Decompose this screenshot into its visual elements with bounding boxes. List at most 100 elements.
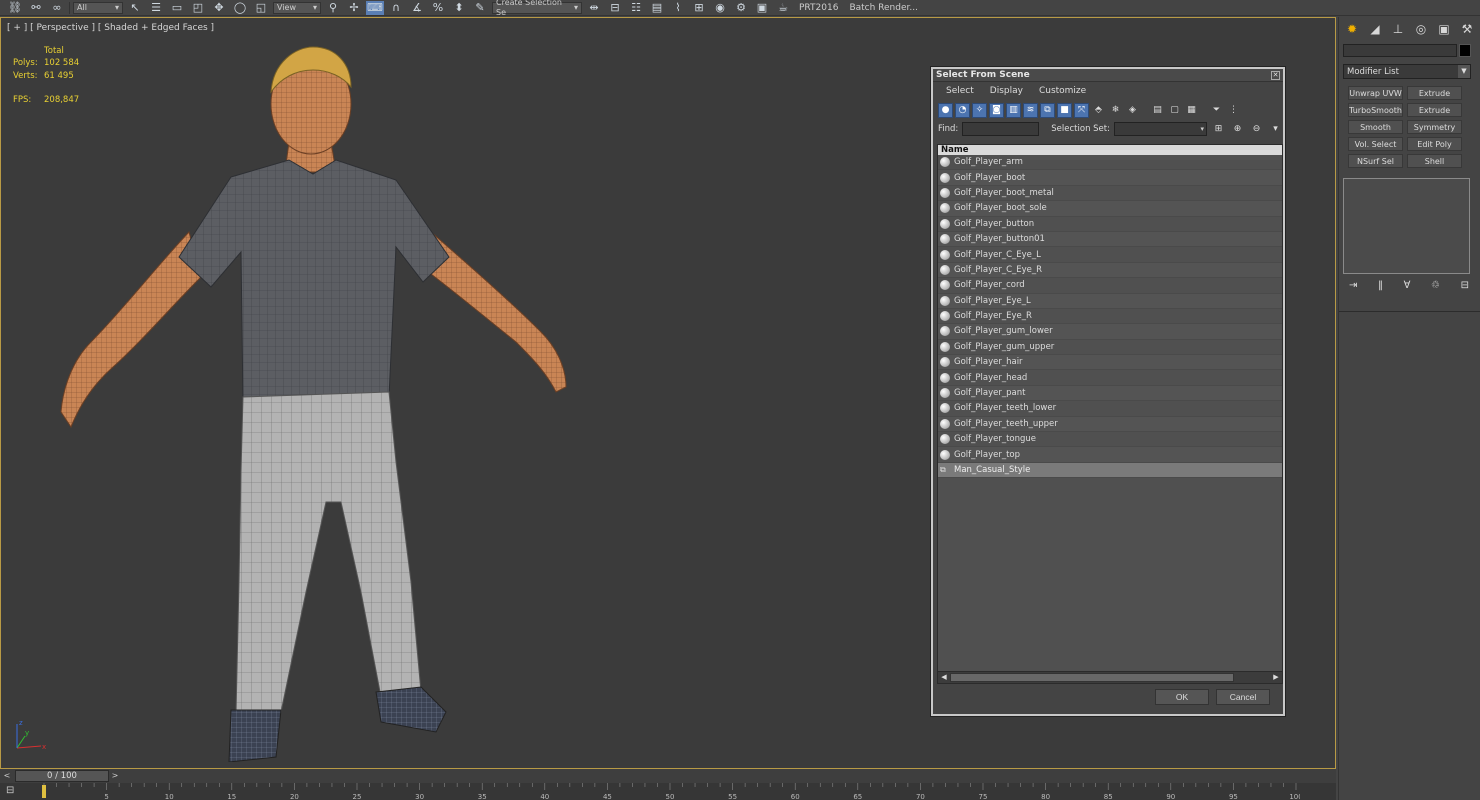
timeline-ruler[interactable]: 5 10 15 20 25 30 35 40 45 50 55 60 65 70 75 80 85 90 95 100 [40,783,1300,800]
create-selection-set-icon[interactable]: ⊞ [1211,122,1226,137]
extrude-button[interactable]: Extrude [1407,86,1462,100]
list-item[interactable]: Golf_Player_gum_lower [938,324,1282,340]
list-item[interactable]: Golf_Player_pant [938,385,1282,402]
mini-curve-editor-icon[interactable]: ⊟ [6,785,26,798]
hierarchy-tab-icon[interactable]: ⊥ [1390,21,1406,37]
modifier-list-dropdown[interactable]: Modifier List ▼ [1343,64,1471,79]
rectangle-selection-icon[interactable]: ▭ [168,1,186,15]
snaps-toggle-icon[interactable]: ∩ [387,1,405,15]
expand-options-icon[interactable]: ▾ [1268,122,1283,137]
current-frame-marker[interactable] [42,785,46,798]
keyboard-shortcut-override-icon[interactable]: ⌨ [366,0,384,15]
select-invert-icon[interactable]: ▦ [1184,103,1199,118]
time-slider[interactable]: 0 / 100 [15,770,109,782]
bind-spacewarp-icon[interactable]: ∞ [48,1,66,15]
display-cameras-icon[interactable]: ◙ [989,102,1004,118]
list-item[interactable]: Golf_Player_C_Eye_L [938,247,1282,263]
menu-select[interactable]: Select [946,86,974,96]
symmetry-button[interactable]: Symmetry [1407,120,1462,134]
column-header-name[interactable]: Name [938,145,1282,155]
percent-snap-icon[interactable]: % [429,1,447,15]
find-input[interactable] [962,122,1040,136]
render-production-icon[interactable]: ☕ [774,1,792,15]
add-to-selection-set-icon[interactable]: ⊕ [1230,122,1245,137]
select-object-icon[interactable]: ↖ [126,1,144,15]
display-groups-icon[interactable]: ⧉ [1040,102,1055,118]
modify-tab-icon[interactable]: ◢ [1367,21,1383,37]
list-item[interactable]: Golf_Player_teeth_upper [938,416,1282,433]
ok-button[interactable]: OK [1155,689,1209,705]
list-item[interactable]: Golf_Player_hair [938,355,1282,371]
unwrap-uvw-button[interactable]: Unwrap UVW [1348,86,1403,100]
cancel-button[interactable]: Cancel [1216,689,1270,705]
dialog-title-bar[interactable]: Select From Scene ✕ [933,69,1283,82]
object-color-swatch[interactable] [1459,44,1471,57]
unlink-icon[interactable]: ⚯ [27,1,45,15]
list-item[interactable]: Golf_Player_Eye_R [938,309,1282,325]
list-item[interactable]: Golf_Player_boot_metal [938,186,1282,202]
edit-poly-button[interactable]: Edit Poly [1407,137,1462,151]
list-item[interactable]: Golf_Player_boot_sole [938,201,1282,217]
object-name-input[interactable] [1343,44,1457,57]
curve-editor-icon[interactable]: ⌇ [669,1,687,15]
list-item[interactable]: Golf_Player_top [938,447,1282,463]
scrollbar-thumb[interactable] [950,673,1234,682]
graphite-ribbon-icon[interactable]: ▤ [648,1,666,15]
configure-modifier-sets-icon[interactable]: ⊟ [1461,280,1469,291]
pin-stack-icon[interactable]: ⇥ [1349,280,1357,291]
render-setup-icon[interactable]: ⚙ [732,1,750,15]
move-icon[interactable]: ✥ [210,1,228,15]
display-helpers-icon[interactable]: ▥ [1006,102,1021,118]
display-shapes-icon[interactable]: ◔ [955,102,970,118]
prt-button[interactable]: PRT2016 [795,3,842,13]
schematic-view-icon[interactable]: ⊞ [690,1,708,15]
list-item[interactable]: Golf_Player_gum_upper [938,340,1282,356]
selection-filter-dropdown[interactable]: All ▾ [73,1,123,14]
vol-select-button[interactable]: Vol. Select [1348,137,1403,151]
turbosmooth-button[interactable]: TurboSmooth [1348,103,1403,117]
pivot-center-icon[interactable]: ⚲ [324,1,342,15]
golf-player-model[interactable] [51,42,581,762]
list-item[interactable]: Golf_Player_button01 [938,231,1282,248]
mirror-icon[interactable]: ⇹ [585,1,603,15]
extrude-button-2[interactable]: Extrude [1407,103,1462,117]
reference-coordinate-dropdown[interactable]: View ▾ [273,1,321,14]
nsurf-sel-button[interactable]: NSurf Sel [1348,154,1403,168]
modifier-stack[interactable] [1343,178,1470,274]
list-item[interactable]: Golf_Player_tongue [938,432,1282,448]
display-xrefs-icon[interactable]: ■ [1057,102,1072,118]
remove-from-selection-set-icon[interactable]: ⊖ [1249,122,1264,137]
display-bones-icon[interactable]: ⤧ [1074,102,1089,118]
list-item[interactable]: Golf_Player_C_Eye_R [938,262,1282,279]
list-item[interactable]: Golf_Player_teeth_lower [938,401,1282,417]
scale-icon[interactable]: ◱ [252,1,270,15]
list-item[interactable]: Golf_Player_button [938,217,1282,232]
motion-tab-icon[interactable]: ◎ [1413,21,1429,37]
viewport-label[interactable]: [ + ] [ Perspective ] [ Shaded + Edged F… [7,23,214,33]
smooth-button[interactable]: Smooth [1348,120,1403,134]
display-geometry-icon[interactable]: ● [938,102,953,118]
display-frozen-icon[interactable]: ❄ [1108,103,1123,118]
list-item-selected[interactable]: ⧉ Man_Casual_Style [938,462,1282,479]
select-all-icon[interactable]: ▤ [1150,103,1165,118]
rendered-frame-window-icon[interactable]: ▣ [753,1,771,15]
utilities-tab-icon[interactable]: ⚒ [1459,21,1475,37]
shell-button[interactable]: Shell [1407,154,1462,168]
close-icon[interactable]: ✕ [1271,70,1280,80]
list-item[interactable]: Golf_Player_boot [938,170,1282,186]
display-hidden-icon[interactable]: ◈ [1125,103,1140,118]
material-editor-icon[interactable]: ◉ [711,1,729,15]
scroll-left-icon[interactable]: ◀ [939,673,949,682]
select-none-icon[interactable]: ▢ [1167,103,1182,118]
create-tab-icon[interactable]: ✹ [1344,21,1360,37]
list-item[interactable]: Golf_Player_Eye_L [938,293,1282,309]
spinner-snap-icon[interactable]: ⬍ [450,1,468,15]
filter-icon[interactable]: ⏷ [1209,103,1224,118]
previous-frame-icon[interactable]: < [2,770,12,782]
angle-snap-icon[interactable]: ∡ [408,1,426,15]
list-item[interactable]: Golf_Player_head [938,370,1282,386]
selection-set-dropdown[interactable]: ▾ [1113,122,1207,136]
select-by-name-icon[interactable]: ☰ [147,1,165,15]
horizontal-scrollbar[interactable]: ◀ ▶ [938,671,1282,683]
hierarchy-filter-icon[interactable]: ⋮ [1226,103,1241,118]
